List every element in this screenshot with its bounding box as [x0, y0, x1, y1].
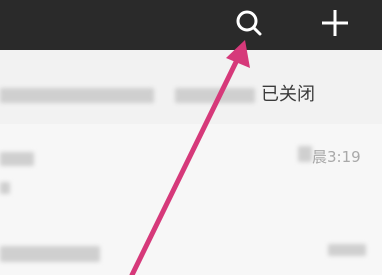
add-button[interactable]	[316, 6, 354, 42]
blurred-text	[175, 88, 255, 103]
blurred-avatar	[0, 152, 34, 166]
search-icon	[236, 10, 262, 36]
blurred-time	[328, 244, 366, 256]
list-item[interactable]	[0, 124, 382, 216]
list-item[interactable]	[0, 216, 382, 275]
chat-time: 晨3:19	[312, 148, 361, 166]
top-bar	[0, 0, 382, 50]
notice-banner	[0, 50, 382, 124]
plus-icon	[322, 10, 348, 36]
notice-text: 已关闭	[261, 84, 315, 105]
blurred-text	[0, 246, 100, 262]
search-button[interactable]	[230, 6, 268, 42]
blurred-text	[0, 88, 154, 103]
blurred-time	[298, 146, 312, 162]
blurred-text	[0, 182, 10, 194]
